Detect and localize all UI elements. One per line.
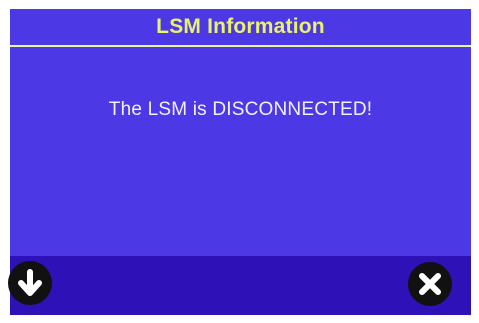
status-message: The LSM is DISCONNECTED!	[108, 99, 373, 120]
content-area: The LSM is DISCONNECTED!	[10, 47, 471, 256]
bottom-bar	[10, 256, 471, 315]
device-frame: LSM Information The LSM is DISCONNECTED!	[0, 0, 479, 323]
lsm-screen: LSM Information The LSM is DISCONNECTED!	[10, 9, 471, 315]
close-icon	[419, 273, 441, 295]
title-bar: LSM Information	[10, 9, 471, 45]
down-button[interactable]	[8, 261, 52, 305]
close-button[interactable]	[408, 262, 452, 306]
arrow-down-icon	[18, 269, 42, 296]
window-title: LSM Information	[156, 15, 325, 38]
